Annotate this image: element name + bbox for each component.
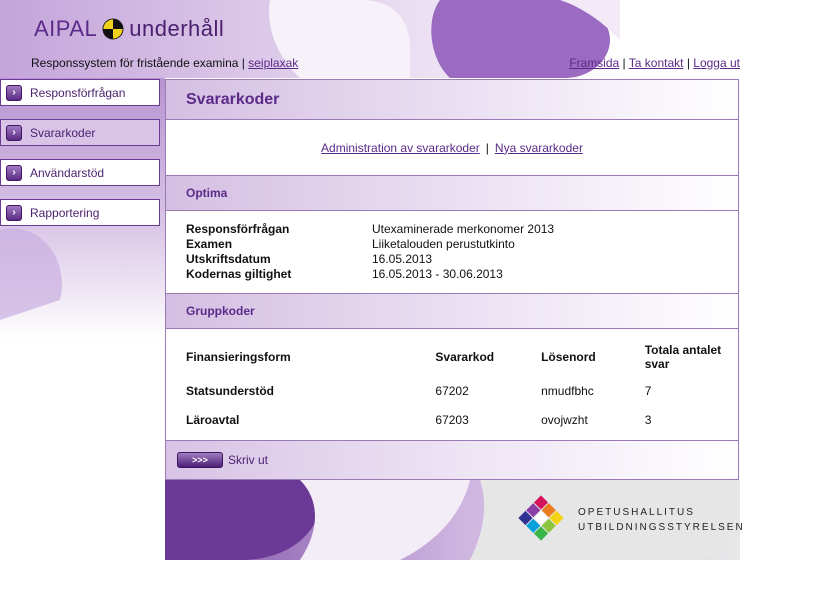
optima-heading: Optima bbox=[166, 175, 738, 211]
new-codes-link[interactable]: Nya svararkoder bbox=[495, 141, 583, 155]
home-link[interactable]: Framsida bbox=[569, 56, 619, 70]
org-line-2: UTBILDNINGSSTYRELSEN bbox=[578, 522, 745, 533]
link-separator: | bbox=[485, 140, 489, 155]
cell-code: 67203 bbox=[435, 413, 469, 427]
table-header-row: Finansieringsform Svararkod Lösenord Tot… bbox=[166, 337, 738, 377]
system-subtitle: Responssystem för fristående examina | s… bbox=[31, 56, 298, 70]
admin-links: Administration av svararkoder | Nya svar… bbox=[166, 120, 738, 175]
info-value: Utexaminerade merkonomer 2013 bbox=[372, 222, 555, 236]
app-name-suffix: underhåll bbox=[129, 16, 225, 41]
group-codes-table: Finansieringsform Svararkod Lösenord Tot… bbox=[166, 337, 738, 435]
sidebar-item-label: Responsförfrågan bbox=[30, 85, 126, 100]
arrow-right-icon: › bbox=[6, 124, 22, 141]
opetushallitus-logo-icon bbox=[518, 495, 564, 541]
table-row: Läroavtal 67203 ovojwzht 3 bbox=[166, 406, 738, 435]
sidebar-item-anvandarstod[interactable]: › Användarstöd bbox=[0, 159, 160, 186]
cell-total: 7 bbox=[644, 384, 652, 398]
column-header: Totala antalet svar bbox=[644, 343, 722, 371]
info-value: Liiketalouden perustutkinto bbox=[372, 237, 515, 251]
logo-circle-icon bbox=[102, 18, 124, 40]
info-value: 16.05.2013 bbox=[372, 252, 433, 266]
cell-password: nmudfbhc bbox=[541, 384, 594, 398]
info-value: 16.05.2013 - 30.06.2013 bbox=[372, 267, 503, 281]
organization-name: OPETUSHALLITUS UTBILDNINGSSTYRELSEN bbox=[578, 505, 745, 535]
print-label[interactable]: Skriv ut bbox=[228, 453, 268, 467]
cell-code: 67202 bbox=[435, 384, 469, 398]
info-key: Utskriftsdatum bbox=[186, 252, 271, 266]
table-row: Statsunderstöd 67202 nmudfbhc 7 bbox=[166, 377, 738, 406]
info-key: Kodernas giltighet bbox=[186, 267, 292, 281]
column-header: Svararkod bbox=[435, 350, 495, 364]
info-key: Examen bbox=[186, 237, 233, 251]
page-title: Svararkoder bbox=[166, 80, 738, 120]
optima-info: Responsförfrågan Utexaminerade merkonome… bbox=[166, 211, 738, 293]
administration-link[interactable]: Administration av svararkoder bbox=[321, 141, 480, 155]
sidebar-item-label: Rapportering bbox=[30, 205, 100, 220]
info-row: Examen Liiketalouden perustutkinto bbox=[186, 237, 718, 252]
print-bar: >>> Skriv ut bbox=[166, 440, 738, 479]
arrow-right-icon: › bbox=[6, 204, 22, 221]
sidebar-item-svararkoder[interactable]: › Svararkoder bbox=[0, 119, 160, 146]
sidebar-item-rapportering[interactable]: › Rapportering bbox=[0, 199, 160, 226]
print-button[interactable]: >>> bbox=[177, 452, 223, 468]
logout-link[interactable]: Logga ut bbox=[693, 56, 740, 70]
user-link[interactable]: seiplaxak bbox=[248, 56, 298, 70]
app-name: AIPAL bbox=[34, 16, 98, 41]
column-header: Finansieringsform bbox=[186, 350, 291, 364]
info-row: Utskriftsdatum 16.05.2013 bbox=[186, 252, 718, 267]
arrow-right-icon: › bbox=[6, 164, 22, 181]
top-links: Framsida | Ta kontakt | Logga ut bbox=[569, 56, 740, 70]
sidebar: › Responsförfrågan › Svararkoder › Använ… bbox=[0, 79, 160, 239]
sidebar-item-responsforfragan[interactable]: › Responsförfrågan bbox=[0, 79, 160, 106]
column-header: Lösenord bbox=[541, 350, 596, 364]
info-key: Responsförfrågan bbox=[186, 222, 290, 236]
info-row: Kodernas giltighet 16.05.2013 - 30.06.20… bbox=[186, 267, 718, 282]
subtitle-text: Responssystem för fristående examina | bbox=[31, 56, 245, 70]
sidebar-item-label: Svararkoder bbox=[30, 125, 96, 140]
main-panel: Svararkoder Administration av svararkode… bbox=[165, 79, 739, 480]
arrow-right-icon: › bbox=[6, 84, 22, 101]
cell-total: 3 bbox=[644, 413, 652, 427]
info-row: Responsförfrågan Utexaminerade merkonome… bbox=[186, 222, 718, 237]
cell-form: Läroavtal bbox=[186, 413, 240, 427]
contact-link[interactable]: Ta kontakt bbox=[629, 56, 684, 70]
cell-password: ovojwzht bbox=[541, 413, 588, 427]
cell-form: Statsunderstöd bbox=[186, 384, 275, 398]
app-logo: AIPAL underhåll bbox=[34, 16, 224, 42]
sidebar-item-label: Användarstöd bbox=[30, 165, 105, 180]
gruppkoder-heading: Gruppkoder bbox=[166, 293, 738, 329]
org-line-1: OPETUSHALLITUS bbox=[578, 507, 695, 518]
